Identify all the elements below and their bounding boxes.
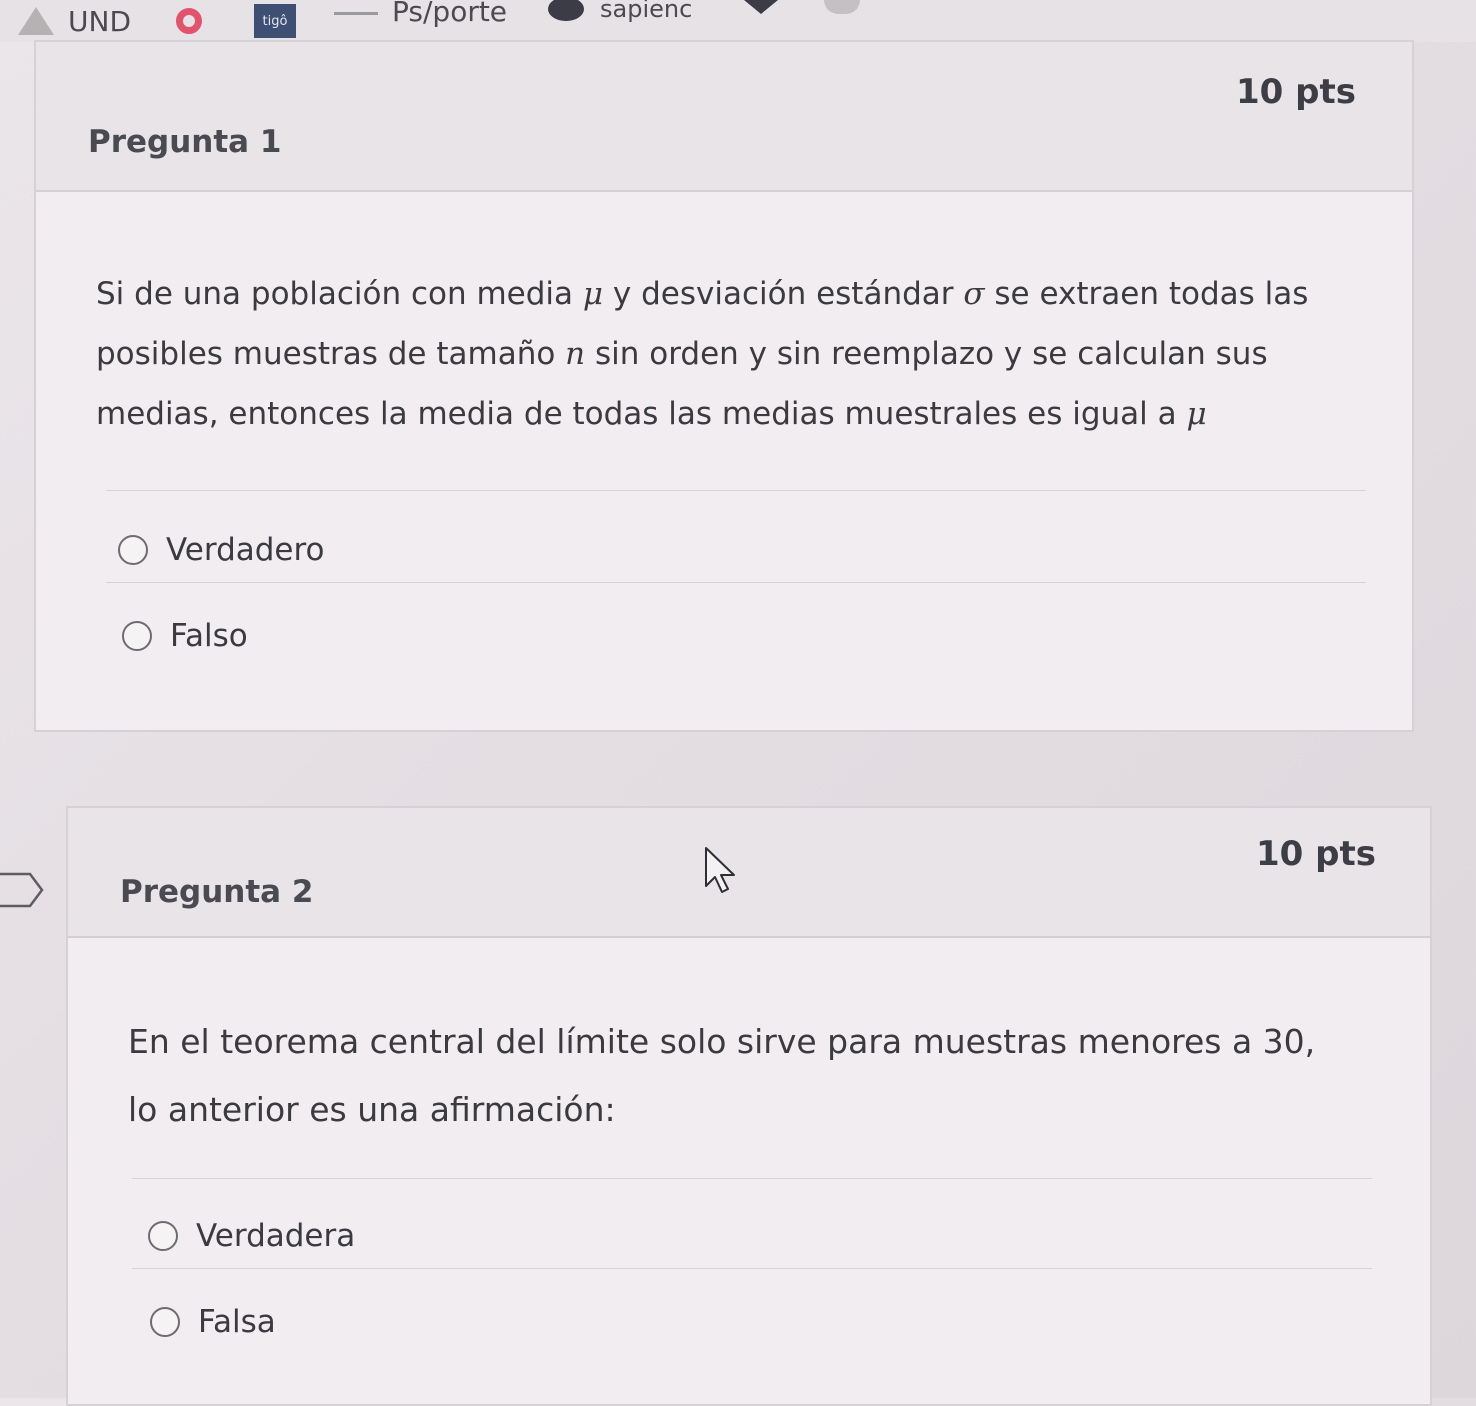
radio-button[interactable]	[118, 535, 148, 565]
text-segment: Si de una población con media	[96, 276, 583, 312]
bookmark-tigo[interactable]: tigô	[254, 0, 296, 42]
divider	[132, 1178, 1372, 1179]
radio-button[interactable]	[150, 1307, 180, 1337]
faint-bookmark-icon	[824, 0, 860, 14]
sapienc-icon	[548, 0, 584, 21]
text-segment: se extraen todas las	[984, 276, 1309, 312]
bookmark-triangle[interactable]	[744, 0, 778, 28]
answer-option-falsa[interactable]: Falsa	[150, 1304, 276, 1340]
question-text-line-1: Si de una población con media μ y desvia…	[96, 264, 1308, 324]
question-title: Pregunta 2	[120, 874, 314, 910]
option-label: Falso	[170, 618, 248, 654]
bookmark-ring[interactable]	[176, 0, 202, 42]
answer-option-falso[interactable]: Falso	[122, 618, 248, 654]
bookmark-und[interactable]: UND	[18, 0, 131, 42]
question-points: 10 pts	[1236, 72, 1356, 112]
bookmark-psporte[interactable]: Ps/porte	[334, 0, 507, 32]
question-text-line-3: medias, entonces la media de todas las m…	[96, 384, 1308, 444]
divider	[132, 1268, 1372, 1269]
question-card-1: Pregunta 1 10 pts Si de una población co…	[34, 40, 1414, 732]
n-symbol: n	[565, 336, 586, 372]
question-text-2: En el teorema central del límite solo si…	[128, 1008, 1315, 1144]
tigo-label: tigô	[262, 13, 288, 29]
drive-icon	[18, 7, 54, 35]
question-text-line-1: En el teorema central del límite solo si…	[128, 1022, 1316, 1061]
tigo-icon: tigô	[254, 4, 296, 38]
question-header-2: Pregunta 2 10 pts	[68, 808, 1430, 938]
divider	[106, 582, 1366, 583]
question-text-line-2: lo anterior es una afirmación:	[128, 1090, 616, 1129]
question-header-1: Pregunta 1 10 pts	[36, 42, 1412, 192]
question-card-2: Pregunta 2 10 pts En el teorema central …	[66, 806, 1432, 1406]
triangle-icon	[744, 0, 778, 14]
question-title: Pregunta 1	[88, 124, 282, 160]
mu-symbol: μ	[582, 276, 604, 312]
option-label: Falsa	[198, 1304, 276, 1340]
sidebar-toggle-icon[interactable]	[0, 868, 44, 912]
bookmark-sapienc[interactable]: sapienc	[548, 0, 692, 30]
bookmark-dash-icon	[334, 11, 378, 15]
answer-option-verdadero[interactable]: Verdadero	[118, 532, 325, 568]
mouse-cursor-icon	[705, 847, 735, 893]
text-segment: posibles muestras de tamaño	[96, 336, 566, 372]
question-points: 10 pts	[1256, 834, 1376, 874]
text-segment: medias, entonces la media de todas las m…	[96, 396, 1187, 432]
question-text-1: Si de una población con media μ y desvia…	[96, 264, 1308, 444]
sigma-symbol: σ	[963, 276, 985, 312]
bookmark-faint[interactable]	[824, 0, 860, 28]
text-segment: sin orden y sin reemplazo y se calculan …	[585, 336, 1268, 372]
divider	[106, 490, 1366, 491]
radio-button[interactable]	[148, 1221, 178, 1251]
option-label: Verdadero	[166, 532, 325, 568]
bookmarks-bar: UND tigô Ps/porte sapienc	[0, 0, 1476, 42]
mu-symbol: μ	[1186, 396, 1207, 432]
question-text-line-2: posibles muestras de tamaño n sin orden …	[96, 324, 1308, 384]
text-segment: y desviación estándar	[603, 276, 964, 312]
answer-option-verdadera[interactable]: Verdadera	[148, 1218, 355, 1254]
opera-ring-icon	[176, 8, 202, 34]
bookmark-psporte-label: Ps/porte	[392, 0, 508, 28]
bookmark-sapienc-label: sapienc	[600, 0, 693, 23]
option-label: Verdadera	[196, 1218, 356, 1254]
radio-button[interactable]	[122, 621, 152, 651]
bookmark-und-label: UND	[68, 4, 131, 38]
